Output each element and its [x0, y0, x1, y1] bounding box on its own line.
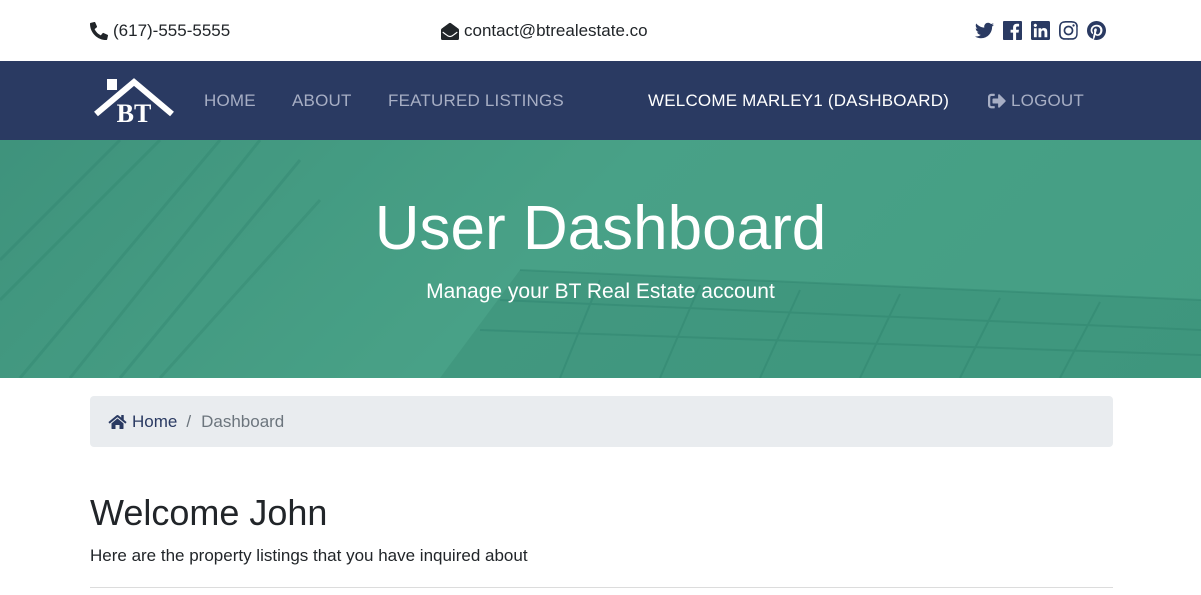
nav-welcome-dashboard[interactable]: Welcome Marley1 (Dashboard) [648, 91, 949, 111]
phone-info: (617)-555-5555 [90, 20, 230, 42]
twitter-icon[interactable] [975, 21, 994, 40]
breadcrumb-home[interactable]: Home [108, 412, 177, 432]
showcase-subtitle: Manage your BT Real Estate account [426, 280, 775, 303]
nav-logout[interactable]: Logout [988, 91, 1084, 111]
home-icon [108, 414, 127, 429]
breadcrumb-current: Dashboard [201, 411, 285, 431]
brand-text: BT [117, 99, 152, 126]
showcase-title: User Dashboard [374, 194, 827, 263]
linkedin-icon[interactable] [1031, 21, 1050, 40]
nav-home[interactable]: Home [204, 91, 256, 111]
bt-logo[interactable]: BT [92, 76, 176, 126]
breadcrumb-home-label: Home [132, 411, 178, 431]
welcome-text: Here are the property listings that you … [90, 546, 528, 565]
envelope-open-icon [441, 22, 459, 40]
phone-number: (617)-555-5555 [113, 21, 231, 40]
facebook-icon[interactable] [1003, 21, 1022, 40]
main-navbar: BT Home About Featured Listings Welcome … [0, 61, 1201, 140]
top-bar: (617)-555-5555 contact@btrealestate.co [0, 0, 1201, 61]
email-address: contact@btrealestate.co [464, 21, 648, 40]
phone-icon [90, 22, 108, 40]
nav-featured-listings[interactable]: Featured Listings [388, 91, 564, 111]
email-info: contact@btrealestate.co [441, 20, 648, 42]
pinterest-icon[interactable] [1087, 21, 1106, 40]
sign-out-icon [988, 93, 1006, 109]
logout-label: Logout [1011, 91, 1084, 110]
content-divider [90, 587, 1113, 588]
breadcrumb-separator: / [186, 411, 192, 431]
nav-about[interactable]: About [292, 91, 352, 111]
welcome-heading: Welcome John [90, 492, 328, 533]
breadcrumb: Home / Dashboard [90, 396, 1113, 447]
social-links [975, 21, 1106, 40]
instagram-icon[interactable] [1059, 21, 1078, 40]
showcase-banner: User Dashboard Manage your BT Real Estat… [0, 140, 1201, 378]
